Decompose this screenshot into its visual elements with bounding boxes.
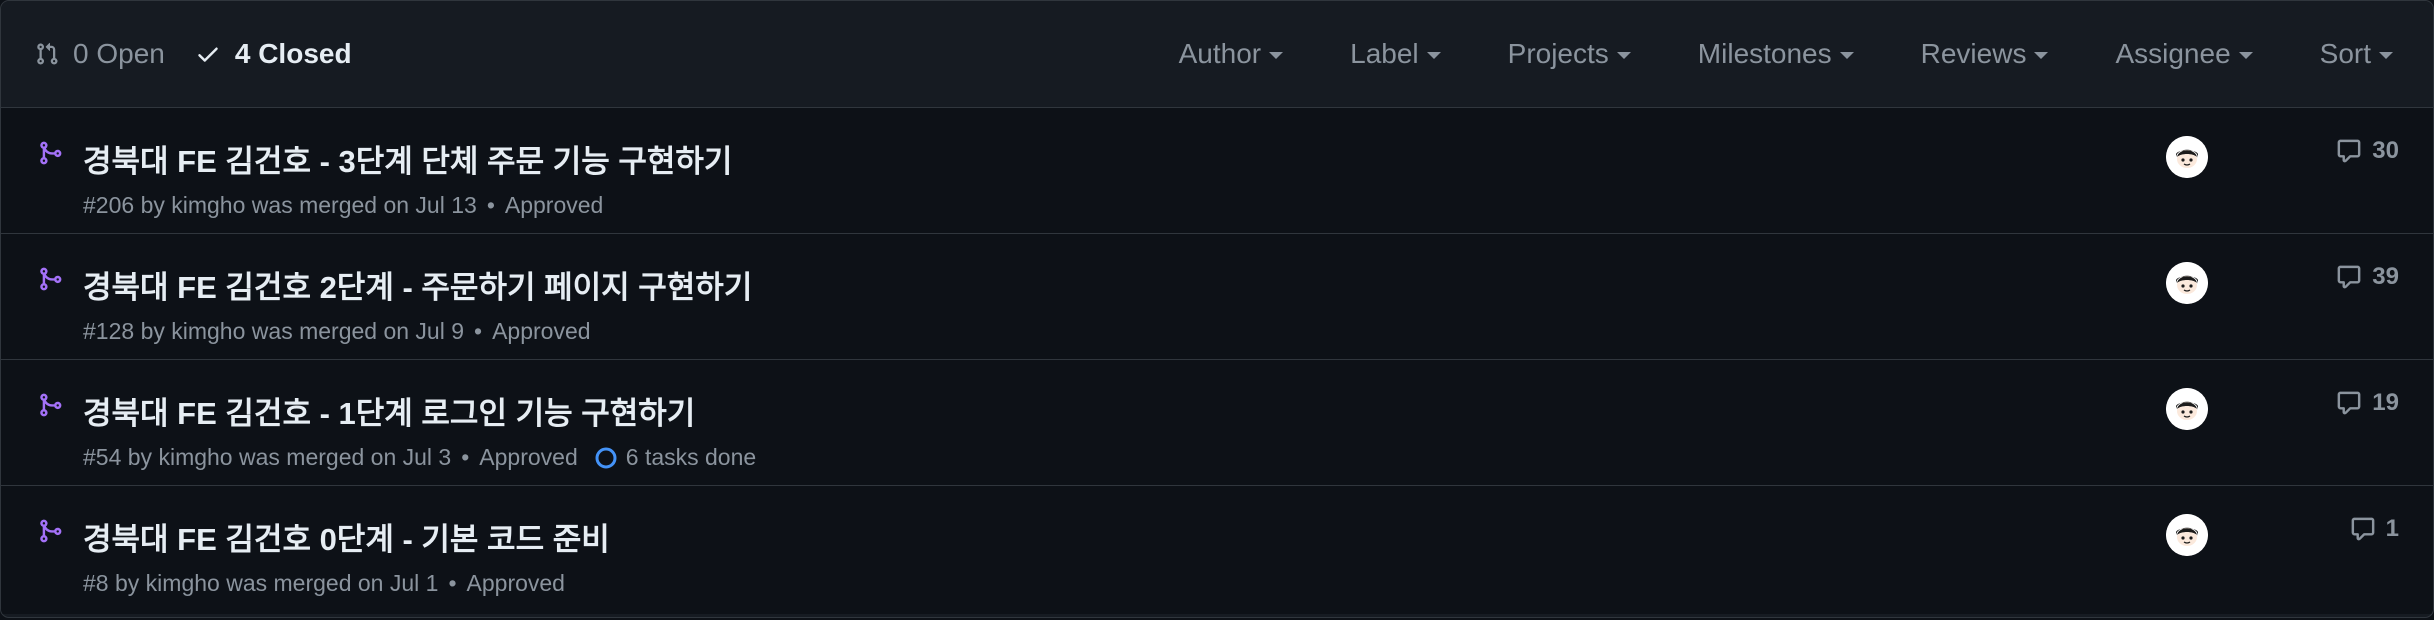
- pull-request-meta: #8 by kimgho was merged on Jul 1 • Appro…: [83, 570, 565, 597]
- merged-date-text: was merged on Jul 3: [239, 444, 452, 470]
- comments-link[interactable]: 30: [2336, 137, 2399, 165]
- caret-down-icon: [1269, 52, 1284, 59]
- pull-request-row: 경북대 FE 김건호 - 1단계 로그인 기능 구현하기 #54 by kimg…: [1, 360, 2433, 486]
- open-filter-link[interactable]: 0 Open: [35, 38, 165, 70]
- pull-request-title-link[interactable]: 경북대 FE 김건호 - 3단계 단체 주문 기능 구현하기: [83, 136, 732, 181]
- by-label: by: [140, 192, 165, 218]
- caret-down-icon: [2034, 52, 2049, 59]
- separator-dot: •: [474, 318, 483, 344]
- author-link[interactable]: kimgho: [171, 318, 245, 345]
- by-label: by: [114, 570, 140, 596]
- assignee-avatar[interactable]: [2166, 262, 2208, 304]
- avatar-face-icon: [2166, 514, 2208, 556]
- comments-link[interactable]: 39: [2336, 263, 2399, 291]
- projects-filter-dropdown[interactable]: Projects: [1508, 38, 1631, 70]
- comments-link[interactable]: 1: [2350, 515, 2399, 543]
- tasks-done-text: 6 tasks done: [625, 444, 757, 470]
- git-merge-icon: [40, 519, 62, 543]
- separator-dot: •: [448, 570, 457, 596]
- pull-request-row: 경북대 FE 김건호 0단계 - 기본 코드 준비 #8 by kimgho w…: [1, 486, 2433, 614]
- pull-request-list: 0 Open 4 Closed Author Label Projects Mi…: [0, 0, 2434, 618]
- closed-count-label: 4 Closed: [234, 38, 352, 69]
- pull-request-title-link[interactable]: 경북대 FE 김건호 - 1단계 로그인 기능 구현하기: [83, 388, 695, 433]
- author-filter-label: Author: [1178, 38, 1262, 69]
- author-link[interactable]: kimgho: [158, 444, 232, 471]
- check-icon: [198, 47, 218, 62]
- caret-down-icon: [2238, 52, 2253, 59]
- pull-request-number: #128: [83, 318, 135, 344]
- review-status-link[interactable]: Approved: [492, 318, 590, 345]
- label-filter-label: Label: [1350, 38, 1419, 69]
- closed-filter-link[interactable]: 4 Closed: [195, 38, 352, 70]
- comment-icon: [2337, 391, 2361, 415]
- pull-request-title-link[interactable]: 경북대 FE 김건호 2단계 - 주문하기 페이지 구현하기: [83, 262, 752, 307]
- merged-date-text: was merged on Jul 13: [251, 192, 477, 218]
- caret-down-icon: [2379, 52, 2393, 59]
- review-status-link[interactable]: Approved: [505, 192, 603, 219]
- avatar-face-icon: [2166, 388, 2208, 430]
- pull-request-title-link[interactable]: 경북대 FE 김건호 0단계 - 기본 코드 준비: [83, 514, 610, 559]
- git-merge-icon: [40, 393, 62, 417]
- author-filter-dropdown[interactable]: Author: [1179, 38, 1284, 70]
- pull-request-row: 경북대 FE 김건호 - 3단계 단체 주문 기능 구현하기 #206 by k…: [1, 108, 2433, 234]
- assignee-avatar[interactable]: [2166, 136, 2208, 178]
- author-link[interactable]: kimgho: [146, 570, 220, 597]
- avatar-face-icon: [2166, 262, 2208, 304]
- avatar-face-icon: [2166, 136, 2208, 178]
- task-progress-ring-icon: [595, 447, 617, 468]
- sort-dropdown[interactable]: Sort: [2320, 38, 2393, 70]
- state-toggle-group: 0 Open 4 Closed: [35, 1, 352, 107]
- review-status-link[interactable]: Approved: [467, 570, 565, 597]
- open-count-label: 0 Open: [73, 38, 165, 69]
- pull-request-number: #54: [83, 444, 122, 470]
- merged-date-text: was merged on Jul 9: [251, 318, 465, 344]
- reviews-filter-dropdown[interactable]: Reviews: [1921, 38, 2049, 70]
- assignee-filter-dropdown[interactable]: Assignee: [2115, 38, 2253, 70]
- review-status-link[interactable]: Approved: [479, 444, 577, 471]
- assignee-avatar[interactable]: [2166, 514, 2208, 556]
- comment-icon: [2337, 265, 2361, 289]
- filter-bar: Author Label Projects Milestones Reviews…: [1179, 1, 2393, 107]
- git-pull-request-icon: [37, 42, 58, 65]
- comment-count: 1: [2385, 515, 2399, 542]
- git-merge-icon: [40, 141, 62, 165]
- author-link[interactable]: kimgho: [171, 192, 245, 219]
- list-header: 0 Open 4 Closed Author Label Projects Mi…: [1, 1, 2433, 108]
- label-filter-dropdown[interactable]: Label: [1350, 38, 1441, 70]
- caret-down-icon: [1616, 52, 1631, 59]
- comments-link[interactable]: 19: [2336, 389, 2399, 417]
- separator-dot: •: [486, 192, 495, 218]
- caret-down-icon: [1839, 52, 1854, 59]
- sort-label: Sort: [2319, 38, 2371, 69]
- comment-icon: [2337, 139, 2361, 163]
- pull-request-meta: #54 by kimgho was merged on Jul 3 • Appr…: [83, 444, 756, 471]
- pull-request-number: #206: [83, 192, 135, 218]
- pull-request-meta: #128 by kimgho was merged on Jul 9 • App…: [83, 318, 591, 345]
- pull-request-row: 경북대 FE 김건호 2단계 - 주문하기 페이지 구현하기 #128 by k…: [1, 234, 2433, 360]
- comment-count: 30: [2372, 137, 2399, 164]
- comment-icon: [2351, 517, 2375, 541]
- reviews-filter-label: Reviews: [1920, 38, 2027, 69]
- by-label: by: [140, 318, 165, 344]
- milestones-filter-label: Milestones: [1697, 38, 1832, 69]
- caret-down-icon: [1426, 52, 1441, 59]
- comment-count: 19: [2372, 389, 2399, 416]
- merged-date-text: was merged on Jul 1: [226, 570, 439, 596]
- by-label: by: [127, 444, 153, 470]
- assignee-avatar[interactable]: [2166, 388, 2208, 430]
- separator-dot: •: [461, 444, 470, 470]
- task-progress[interactable]: 6 tasks done: [594, 444, 756, 471]
- pull-request-number: #8: [83, 570, 109, 596]
- pull-request-meta: #206 by kimgho was merged on Jul 13 • Ap…: [83, 192, 603, 219]
- projects-filter-label: Projects: [1507, 38, 1609, 69]
- git-merge-icon: [40, 267, 62, 291]
- assignee-filter-label: Assignee: [2115, 38, 2231, 69]
- milestones-filter-dropdown[interactable]: Milestones: [1698, 38, 1854, 70]
- comment-count: 39: [2372, 263, 2399, 290]
